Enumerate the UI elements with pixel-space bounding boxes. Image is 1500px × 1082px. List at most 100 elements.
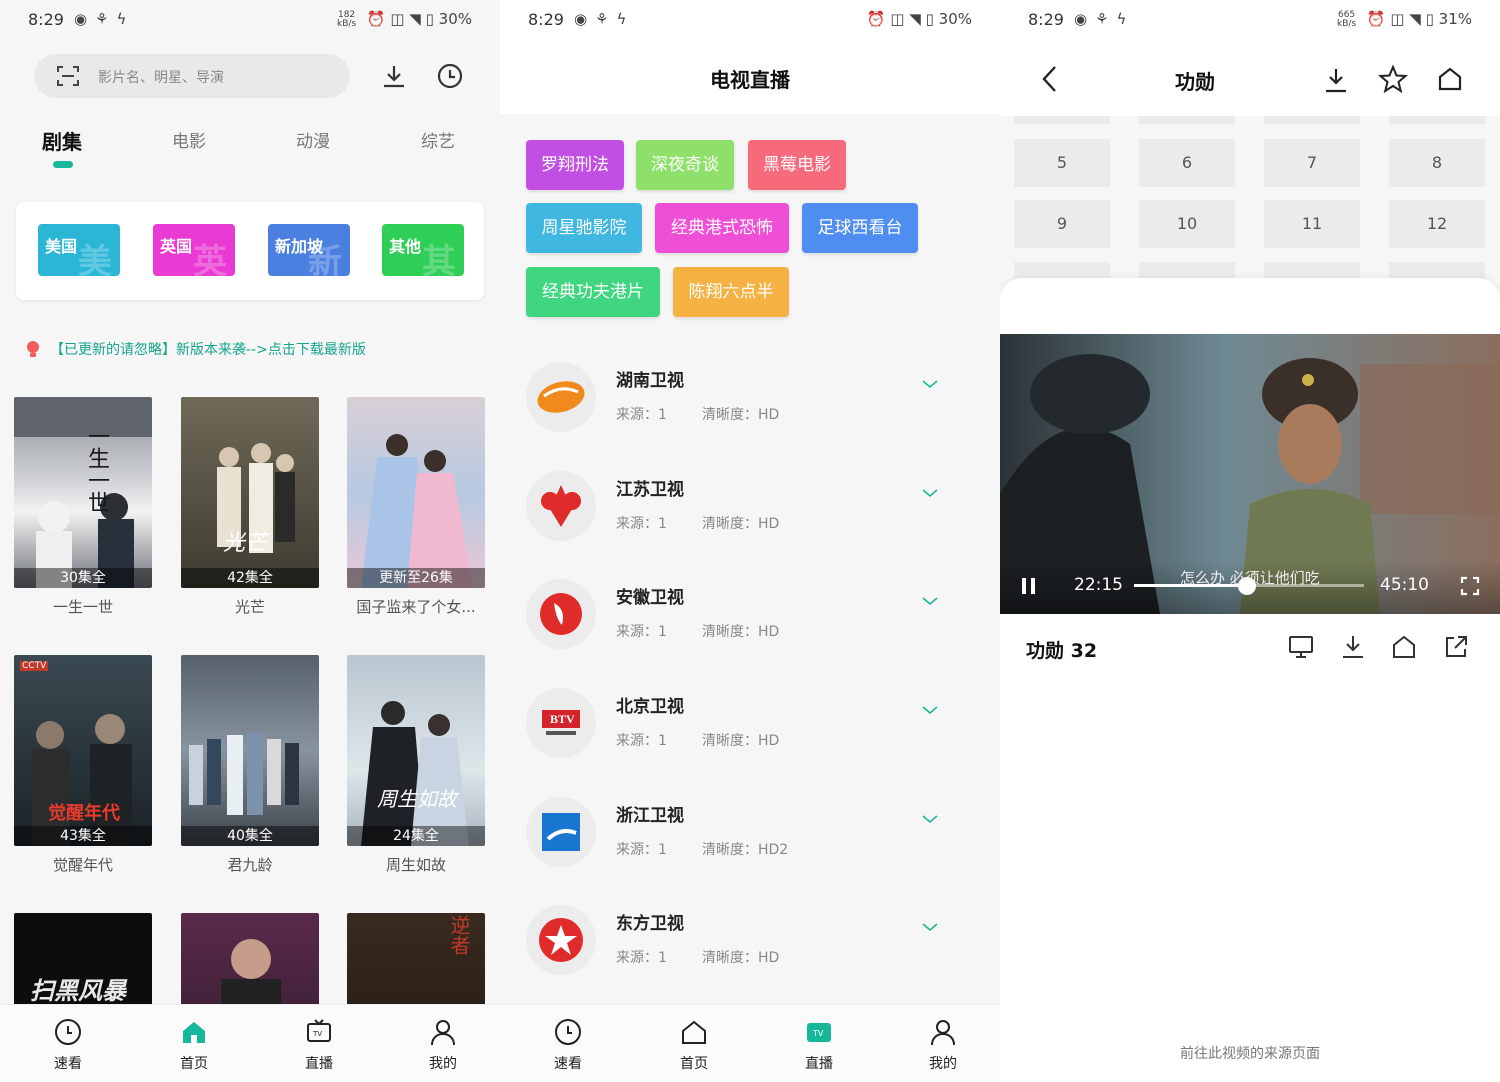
channel-row[interactable]: 安徽卫视 来源：1 清晰度：HD — [500, 565, 1000, 673]
region-label: 英国 — [160, 237, 193, 256]
status-time: 8:29 — [528, 10, 564, 29]
status-icons: ⏰ ◫ ◥ ▯ — [1366, 10, 1434, 28]
star-icon[interactable] — [1378, 64, 1408, 94]
channel-row[interactable]: 湖南卫视 来源：1 清晰度：HD — [500, 348, 1000, 456]
episode-cell[interactable]: 8 — [1389, 139, 1485, 187]
search-bar[interactable]: 影片名、明星、导演 — [34, 54, 350, 98]
chevron-down-icon[interactable] — [920, 704, 940, 716]
battery-level: 30% — [438, 10, 472, 28]
download-icon[interactable] — [380, 62, 408, 90]
video-card[interactable]: CCTV 觉醒年代 43集全 觉醒年代 — [14, 655, 152, 875]
tag-button[interactable]: 经典港式恐怖 — [655, 203, 789, 253]
tag-button[interactable]: 经典功夫港片 — [526, 267, 660, 317]
history-clock-icon[interactable] — [436, 62, 464, 90]
anhui-tv-logo — [526, 579, 596, 649]
region-other-button[interactable]: 其他 其 — [382, 224, 464, 276]
chevron-down-icon[interactable] — [920, 487, 940, 499]
video-card[interactable]: 周生如故 24集全 周生如故 — [347, 655, 485, 875]
hunan-tv-logo — [526, 362, 596, 432]
channel-meta: 来源：1 清晰度：HD — [616, 513, 779, 533]
share-icon[interactable] — [1443, 634, 1469, 660]
seek-knob[interactable] — [1237, 577, 1256, 595]
episode-cell[interactable]: 5 — [1014, 139, 1110, 187]
tag-button[interactable]: 周星驰影院 — [526, 203, 642, 253]
episode-cell[interactable] — [1389, 116, 1485, 124]
chevron-down-icon[interactable] — [920, 378, 940, 390]
chevron-down-icon[interactable] — [920, 595, 940, 607]
poster-title-text: 逆者 — [447, 915, 471, 955]
cast-screen-icon[interactable] — [1288, 634, 1314, 660]
region-watermark: 美 — [78, 242, 112, 276]
channel-meta: 来源：1 清晰度：HD — [616, 730, 779, 750]
channel-row[interactable]: BTV 北京卫视 来源：1 清晰度：HD — [500, 674, 1000, 782]
scan-icon[interactable] — [56, 64, 80, 88]
home-icon[interactable] — [1391, 634, 1417, 660]
tag-button[interactable]: 黑莓电影 — [748, 140, 846, 190]
net-speed-unit: kB/s — [1337, 18, 1357, 29]
fullscreen-icon[interactable] — [1460, 576, 1480, 596]
notification-icons: ◉⚘ϟ — [574, 10, 635, 28]
episode-cell[interactable]: 10 — [1139, 200, 1235, 248]
region-singapore-button[interactable]: 新加坡 新 — [268, 224, 350, 276]
episode-cell[interactable]: 6 — [1139, 139, 1235, 187]
episode-badge: 43集全 — [14, 826, 152, 846]
poster-title-text: 周生如故 — [377, 787, 457, 811]
episode-badge: 42集全 — [181, 568, 319, 588]
quality-label: 清晰度： — [702, 733, 758, 749]
nav-profile[interactable]: 我的 — [913, 1017, 973, 1073]
channel-row[interactable]: 东方卫视 来源：1 清晰度：HD — [500, 891, 1000, 999]
pause-icon[interactable] — [1020, 576, 1038, 596]
region-watermark: 新 — [308, 242, 342, 276]
poster: 更新至26集 — [347, 397, 485, 588]
nav-quick-watch[interactable]: 速看 — [538, 1017, 598, 1073]
channel-name: 湖南卫视 — [616, 371, 684, 391]
region-uk-button[interactable]: 英国 英 — [153, 224, 235, 276]
region-filter-card: 美国 美 英国 英 新加坡 新 其他 其 — [16, 202, 484, 300]
source-page-link[interactable]: 前往此视频的来源页面 — [1000, 1043, 1500, 1063]
tab-drama[interactable]: 剧集 — [42, 126, 82, 155]
video-card[interactable]: 更新至26集 国子监来了个女... — [347, 397, 485, 617]
nav-profile[interactable]: 我的 — [413, 1017, 473, 1073]
episode-badge: 30集全 — [14, 568, 152, 588]
net-speed-unit: kB/s — [337, 18, 357, 29]
source-value: 1 — [658, 624, 667, 640]
update-notice[interactable]: 【已更新的请忽略】新版本来袭-->点击下载最新版 — [26, 339, 366, 359]
tag-button[interactable]: 陈翔六点半 — [673, 267, 789, 317]
nav-home[interactable]: 首页 — [664, 1017, 724, 1073]
nav-live[interactable]: TV 直播 — [289, 1017, 349, 1073]
chevron-down-icon[interactable] — [920, 813, 940, 825]
region-usa-button[interactable]: 美国 美 — [38, 224, 120, 276]
episode-cell[interactable] — [1264, 116, 1360, 124]
episode-cell[interactable] — [1139, 116, 1235, 124]
episode-cell[interactable]: 11 — [1264, 200, 1360, 248]
card-title: 一生一世 — [52, 598, 113, 616]
episode-cell[interactable]: 7 — [1264, 139, 1360, 187]
chevron-down-icon[interactable] — [920, 921, 940, 933]
tab-anime[interactable]: 动漫 — [296, 127, 330, 152]
episode-cell[interactable]: 9 — [1014, 200, 1110, 248]
battery-level: 31% — [1438, 10, 1472, 28]
tab-movie[interactable]: 电影 — [172, 127, 206, 152]
nav-home[interactable]: 首页 — [164, 1017, 224, 1073]
poster: 觉醒年代 40集全 — [181, 655, 319, 846]
nav-quick-watch[interactable]: 速看 — [38, 1017, 98, 1073]
tag-button[interactable]: 深夜奇谈 — [636, 140, 734, 190]
nav-live[interactable]: TV 直播 — [789, 1017, 849, 1073]
channel-row[interactable]: 浙江卫视 来源：1 清晰度：HD2 — [500, 783, 1000, 891]
tag-button[interactable]: 足球西看台 — [802, 203, 918, 253]
tab-variety[interactable]: 综艺 — [421, 127, 455, 152]
home-icon[interactable] — [1436, 65, 1464, 93]
home-icon — [183, 1022, 205, 1043]
home-icon — [682, 1020, 706, 1044]
tag-button[interactable]: 罗翔刑法 — [526, 140, 624, 190]
download-icon[interactable] — [1322, 66, 1350, 94]
download-icon[interactable] — [1340, 634, 1366, 660]
video-card[interactable]: 觉醒年代 40集全 君九龄 — [181, 655, 319, 875]
episode-cell[interactable]: 12 — [1389, 200, 1485, 248]
nav-label: 我的 — [929, 1056, 957, 1072]
status-time: 8:29 — [28, 10, 64, 29]
channel-row[interactable]: 江苏卫视 来源：1 清晰度：HD — [500, 457, 1000, 565]
episode-cell[interactable] — [1014, 116, 1110, 124]
video-card[interactable]: 光芒 42集全 光芒 — [181, 397, 319, 617]
video-card[interactable]: 一生一世 30集全 一生一世 — [14, 397, 152, 617]
